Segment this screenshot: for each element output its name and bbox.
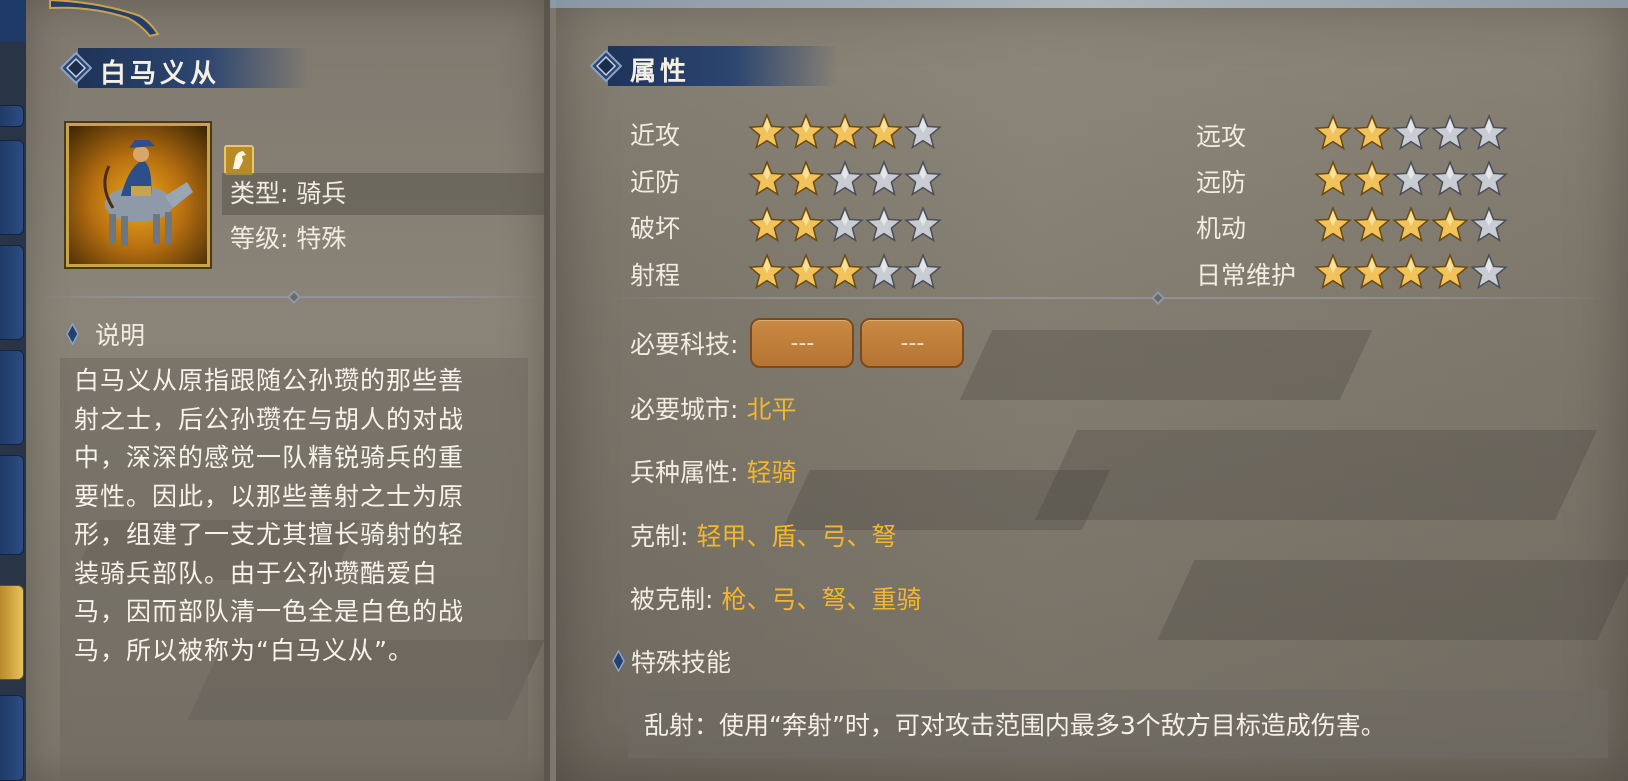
horse-archer-icon (103, 140, 193, 246)
star-empty-icon (1470, 253, 1508, 290)
side-tab[interactable] (0, 140, 24, 235)
counters-value: 轻甲、盾、弓、弩 (696, 522, 897, 551)
star-filled-icon (787, 206, 825, 243)
star-filled-icon (748, 206, 786, 243)
star-empty-icon (1470, 114, 1508, 151)
window-top-edge (550, 0, 1628, 8)
stat-label: 远攻 (1196, 122, 1247, 151)
star-filled-icon (1314, 160, 1352, 197)
star-filled-icon (748, 113, 786, 150)
side-tab[interactable] (0, 105, 24, 127)
unit-portrait (64, 121, 212, 269)
stat-rating (1314, 253, 1508, 291)
star-empty-icon (865, 160, 903, 197)
star-empty-icon (904, 253, 942, 290)
unit-level: 等级: 特殊 (230, 224, 347, 253)
star-filled-icon (748, 253, 786, 290)
stat-label: 破坏 (630, 214, 681, 243)
tech-slot-button[interactable]: --- (860, 318, 965, 368)
unit-name: 白马义从 (100, 59, 221, 88)
star-empty-icon (1392, 160, 1430, 197)
star-filled-icon (787, 160, 825, 197)
countered-by-row: 被克制: 枪、弓、弩、重骑 (630, 580, 921, 616)
stat-label: 机动 (1196, 214, 1247, 243)
side-tab[interactable] (0, 695, 24, 781)
side-tab-active[interactable] (0, 585, 24, 680)
unit-name-header: 白马义从 (60, 46, 360, 90)
star-filled-icon (787, 113, 825, 150)
troop-attribute-row: 兵种属性: 轻骑 (630, 453, 796, 489)
star-filled-icon (1431, 206, 1469, 243)
diamond-ornament-icon (590, 50, 622, 82)
stat-label: 日常维护 (1196, 261, 1297, 290)
counters-row: 克制: 轻甲、盾、弓、弩 (630, 517, 896, 553)
star-filled-icon (1392, 253, 1430, 290)
star-empty-icon (904, 113, 942, 150)
unit-type: 类型: 骑兵 (222, 173, 546, 215)
attributes-title: 属性 (630, 57, 691, 86)
troop-attribute-value: 轻骑 (746, 458, 797, 487)
star-filled-icon (1431, 253, 1469, 290)
countered-by-value: 枪、弓、弩、重骑 (721, 585, 922, 614)
star-empty-icon (826, 206, 864, 243)
star-filled-icon (1353, 253, 1391, 290)
corner-ornament (0, 0, 160, 42)
required-city-row: 必要城市: 北平 (630, 390, 796, 426)
star-filled-icon (787, 253, 825, 290)
stat-rating (748, 113, 942, 151)
star-empty-icon (1431, 160, 1469, 197)
star-filled-icon (1353, 160, 1391, 197)
diamond-bullet-icon (66, 323, 79, 345)
stat-label: 近防 (630, 168, 681, 197)
star-filled-icon (1314, 114, 1352, 151)
stat-rating (748, 253, 942, 291)
star-empty-icon (1470, 206, 1508, 243)
required-tech-label: 必要科技: (630, 330, 739, 359)
side-tab[interactable] (0, 455, 24, 555)
stat-rating (1314, 114, 1508, 152)
diamond-bullet-icon (612, 650, 625, 672)
stat-rating (748, 160, 942, 198)
star-empty-icon (904, 206, 942, 243)
star-empty-icon (1392, 114, 1430, 151)
star-empty-icon (865, 253, 903, 290)
stat-rating (748, 206, 942, 244)
skill-description: 乱射：使用“奔射”时，可对攻击范围内最多3个敌方目标造成伤害。 (644, 711, 1386, 740)
stat-label: 远防 (1196, 168, 1247, 197)
star-filled-icon (748, 160, 786, 197)
star-filled-icon (1314, 253, 1352, 290)
star-filled-icon (1353, 206, 1391, 243)
section-divider (600, 297, 1610, 299)
stat-rating (1314, 160, 1508, 198)
stat-label: 射程 (630, 261, 681, 290)
tech-slot-button[interactable]: --- (750, 318, 855, 368)
description-heading: 说明 (66, 316, 145, 352)
star-filled-icon (1392, 206, 1430, 243)
star-filled-icon (826, 253, 864, 290)
diamond-ornament-icon (60, 52, 92, 84)
stat-label: 近攻 (630, 121, 681, 150)
description-text: 白马义从原指跟随公孙瓒的那些善射之士，后公孙瓒在与胡人的对战中，深深的感觉一队精… (74, 366, 465, 665)
required-city-value: 北平 (746, 395, 797, 424)
star-empty-icon (904, 160, 942, 197)
star-filled-icon (865, 113, 903, 150)
star-filled-icon (826, 113, 864, 150)
side-tab[interactable] (0, 350, 24, 445)
special-skills-heading: 特殊技能 (612, 643, 731, 679)
star-empty-icon (1470, 160, 1508, 197)
star-filled-icon (1314, 206, 1352, 243)
side-tab[interactable] (0, 245, 24, 340)
horse-head-icon (224, 145, 254, 175)
star-empty-icon (826, 160, 864, 197)
star-empty-icon (865, 206, 903, 243)
star-empty-icon (1431, 114, 1469, 151)
stat-rating (1314, 206, 1508, 244)
star-filled-icon (1353, 114, 1391, 151)
required-tech-row: 必要科技: --- --- (630, 318, 965, 368)
left-tab-strip (0, 0, 26, 781)
attributes-header: 属性 (590, 44, 890, 88)
